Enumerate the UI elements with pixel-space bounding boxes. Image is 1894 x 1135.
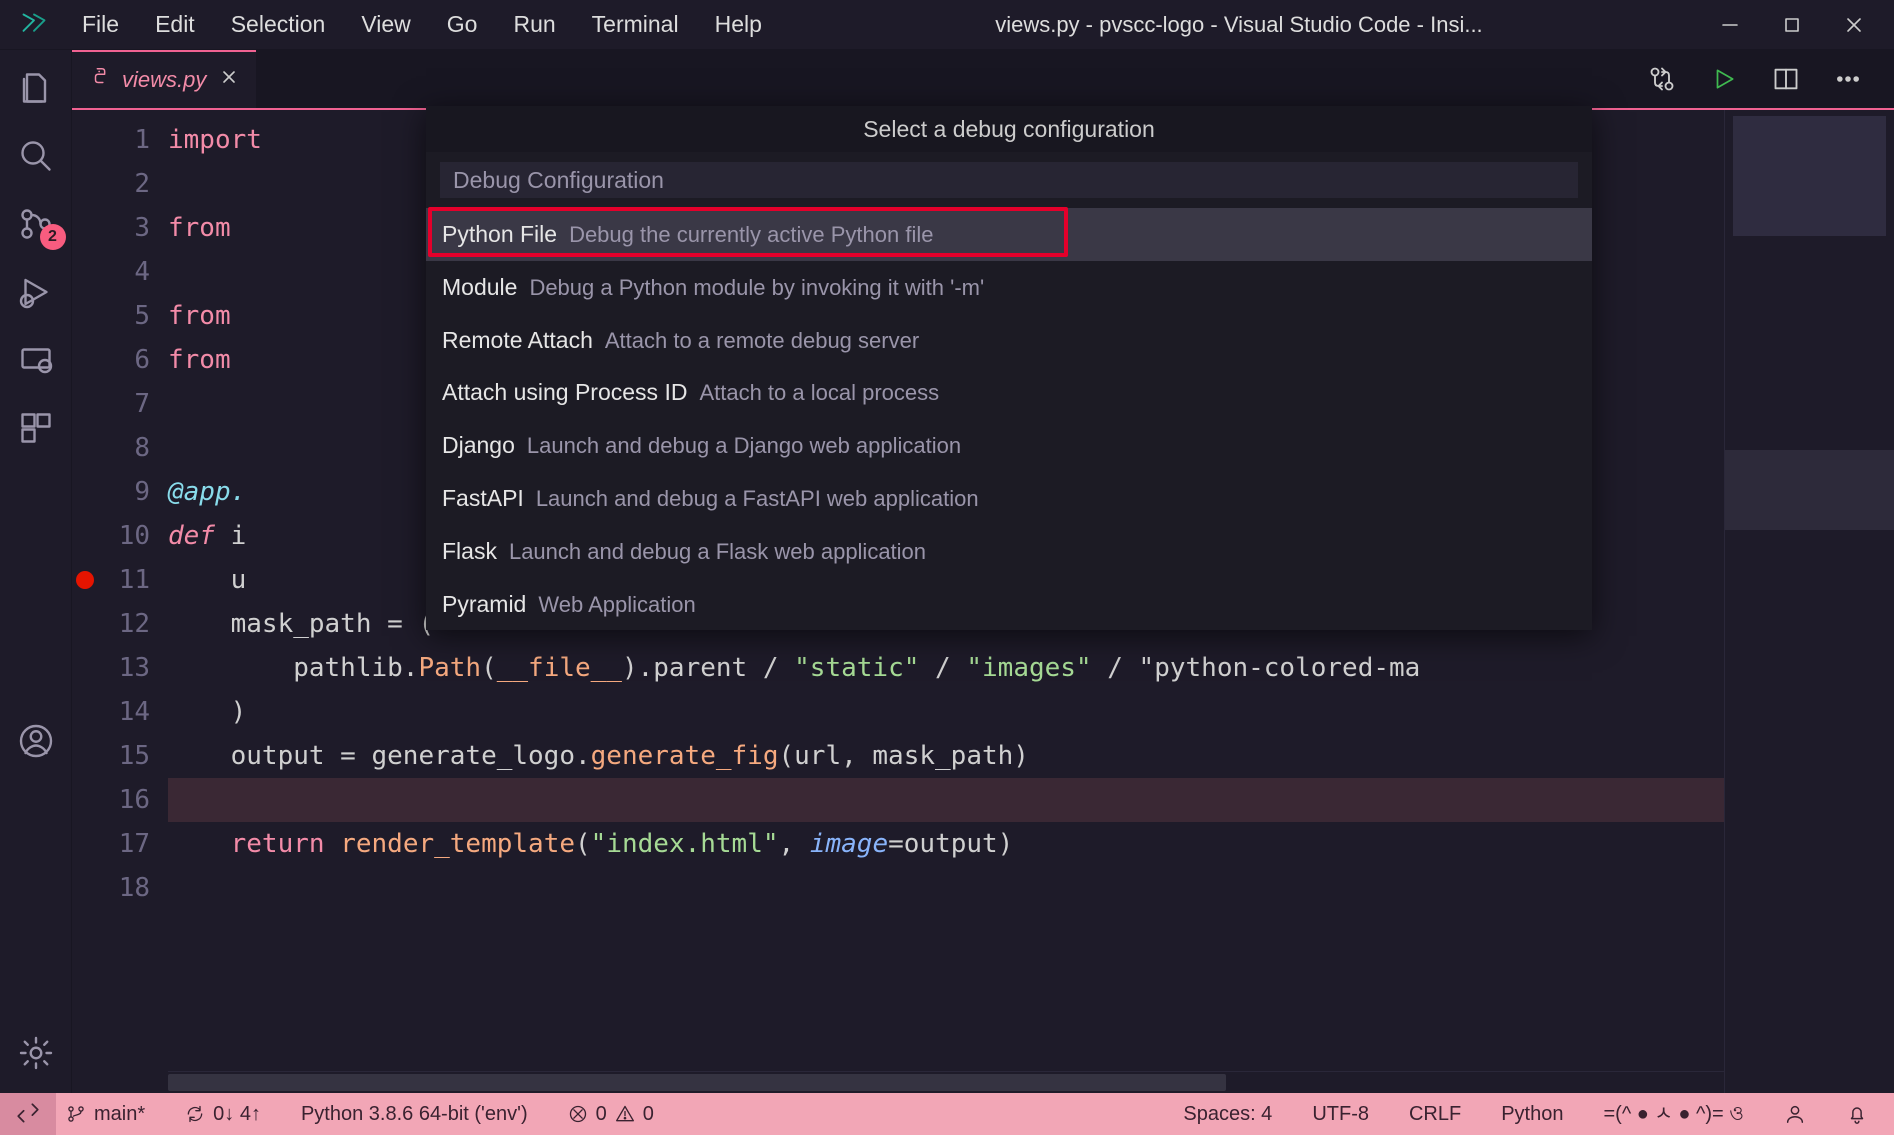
scm-badge: 2 (40, 224, 66, 250)
picker-item[interactable]: Django Launch and debug a Django web app… (426, 419, 1592, 472)
line-numbers: 123456789101112131415161718 (98, 110, 168, 1093)
play-icon[interactable] (1708, 63, 1740, 95)
status-bar: main* 0↓ 4↑ Python 3.8.6 64-bit ('env') … (0, 1093, 1894, 1135)
picker-item[interactable]: FastAPI Launch and debug a FastAPI web a… (426, 472, 1592, 525)
account-icon[interactable] (16, 721, 56, 761)
status-bell-icon[interactable] (1836, 1103, 1878, 1125)
status-encoding[interactable]: UTF-8 (1302, 1103, 1379, 1126)
close-button[interactable] (1824, 3, 1884, 47)
git-compare-icon[interactable] (1646, 63, 1678, 95)
picker-item[interactable]: Python File Debug the currently active P… (426, 208, 1592, 261)
title-bar: File Edit Selection View Go Run Terminal… (0, 0, 1894, 50)
picker-input-wrap: Debug Configuration (426, 152, 1592, 208)
minimize-button[interactable] (1700, 3, 1760, 47)
minimap-viewport[interactable] (1725, 450, 1894, 530)
status-language[interactable]: Python (1491, 1103, 1573, 1126)
status-face[interactable]: =(^ ● ㅅ ● ^)= ও (1593, 1097, 1754, 1132)
picker-title: Select a debug configuration (426, 106, 1592, 152)
editor-area: views.py 123456789101112131415161718 imp… (72, 50, 1894, 1093)
minimap-content (1733, 116, 1886, 236)
menu-file[interactable]: File (66, 5, 135, 44)
settings-gear-icon[interactable] (16, 1033, 56, 1073)
menu-edit[interactable]: Edit (139, 5, 211, 44)
menu-view[interactable]: View (345, 5, 426, 44)
status-python[interactable]: Python 3.8.6 64-bit ('env') (291, 1103, 538, 1126)
source-control-icon[interactable]: 2 (16, 204, 56, 244)
picker-item[interactable]: Attach using Process ID Attach to a loca… (426, 366, 1592, 419)
window-controls (1700, 3, 1884, 47)
picker-item[interactable]: Flask Launch and debug a Flask web appli… (426, 525, 1592, 578)
explorer-icon[interactable] (16, 68, 56, 108)
window-title: views.py - pvscc-logo - Visual Studio Co… (778, 12, 1700, 38)
branch-name: main* (94, 1103, 145, 1126)
picker-item[interactable]: Module Debug a Python module by invoking… (426, 261, 1592, 314)
vscode-logo-icon (20, 11, 48, 39)
debug-config-picker: Select a debug configuration Debug Confi… (426, 106, 1592, 630)
warning-count: 0 (643, 1103, 654, 1126)
remote-indicator[interactable] (0, 1093, 56, 1135)
status-spaces[interactable]: Spaces: 4 (1173, 1103, 1282, 1126)
search-icon[interactable] (16, 136, 56, 176)
menu-help[interactable]: Help (699, 5, 778, 44)
tab-close-icon[interactable] (216, 68, 242, 92)
tab-views-py[interactable]: views.py (72, 50, 256, 108)
remote-explorer-icon[interactable] (16, 340, 56, 380)
picker-list: Python File Debug the currently active P… (426, 208, 1592, 630)
activity-bar: 2 (0, 50, 72, 1093)
maximize-button[interactable] (1762, 3, 1822, 47)
sync-counts: 0↓ 4↑ (213, 1103, 261, 1126)
more-actions-icon[interactable] (1832, 63, 1864, 95)
scrollbar-thumb[interactable] (168, 1074, 1226, 1091)
extensions-icon[interactable] (16, 408, 56, 448)
split-editor-icon[interactable] (1770, 63, 1802, 95)
python-file-icon (90, 66, 112, 94)
status-branch[interactable]: main* (56, 1103, 155, 1126)
menu-run[interactable]: Run (497, 5, 571, 44)
tab-label: views.py (122, 67, 206, 93)
status-sync[interactable]: 0↓ 4↑ (175, 1103, 271, 1126)
status-feedback-icon[interactable] (1774, 1103, 1816, 1125)
editor-actions (1646, 63, 1894, 95)
picker-input[interactable]: Debug Configuration (440, 162, 1578, 198)
breakpoint-gutter[interactable] (72, 110, 98, 1093)
error-count: 0 (596, 1103, 607, 1126)
horizontal-scrollbar[interactable] (168, 1071, 1724, 1093)
run-debug-icon[interactable] (16, 272, 56, 312)
status-eol[interactable]: CRLF (1399, 1103, 1471, 1126)
picker-item[interactable]: Pyramid Web Application (426, 578, 1592, 631)
breakpoint-icon[interactable] (76, 571, 94, 589)
menu-terminal[interactable]: Terminal (576, 5, 695, 44)
menu-bar: File Edit Selection View Go Run Terminal… (66, 5, 778, 44)
menu-selection[interactable]: Selection (215, 5, 342, 44)
minimap[interactable] (1724, 110, 1894, 1093)
editor-tabs: views.py (72, 50, 1894, 110)
picker-item[interactable]: Remote Attach Attach to a remote debug s… (426, 314, 1592, 367)
status-problems[interactable]: 0 0 (558, 1103, 664, 1126)
menu-go[interactable]: Go (431, 5, 494, 44)
main-layout: 2 views.py (0, 50, 1894, 1093)
